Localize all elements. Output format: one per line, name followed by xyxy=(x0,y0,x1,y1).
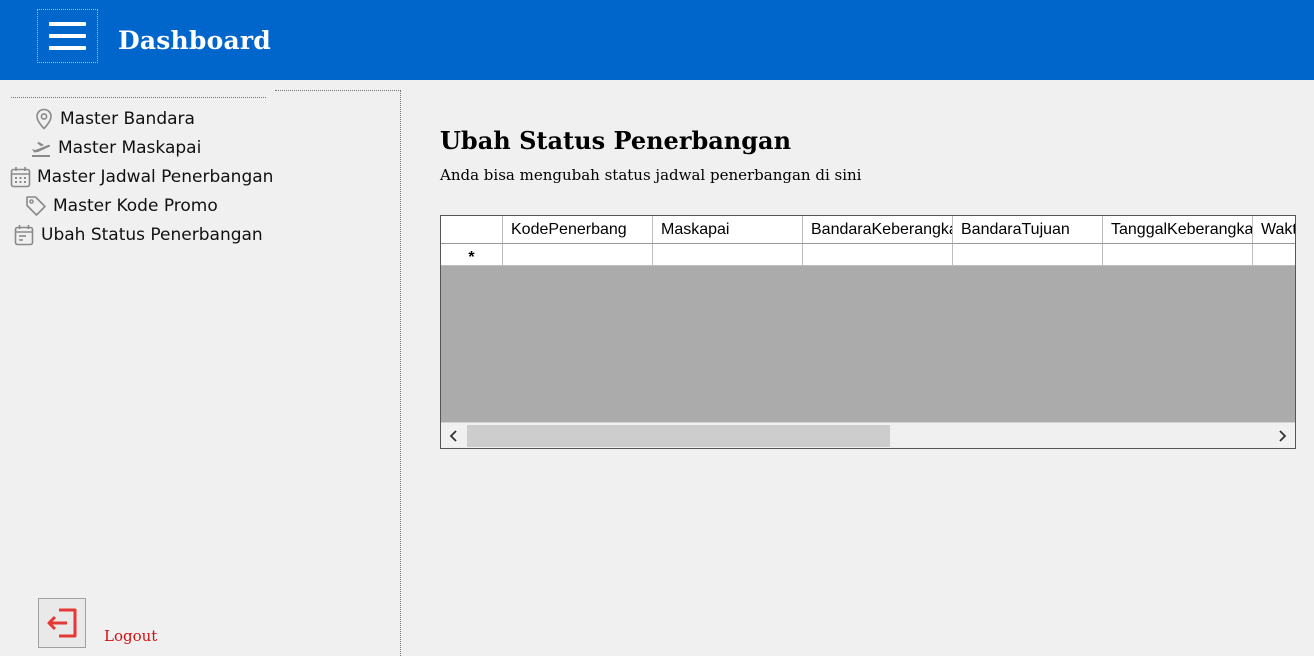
logout-button[interactable] xyxy=(38,598,86,648)
column-header-tanggalkeberangkatan[interactable]: TanggalKeberangkatan xyxy=(1103,216,1253,243)
column-header-kodepenerbang[interactable]: KodePenerbang xyxy=(503,216,653,243)
new-row-marker[interactable]: * xyxy=(441,244,503,265)
flight-status-grid[interactable]: KodePenerbang Maskapai BandaraKeberangka… xyxy=(440,215,1296,449)
chevron-left-icon xyxy=(449,430,457,442)
column-header-bandarakeberangkatan[interactable]: BandaraKeberangkatan xyxy=(803,216,953,243)
hamburger-menu-button[interactable] xyxy=(37,9,98,63)
logout-link[interactable]: Logout xyxy=(104,627,157,645)
grid-cell[interactable] xyxy=(1103,244,1253,265)
sidebar-item-label: Master Jadwal Penerbangan xyxy=(37,167,274,187)
column-header-maskapai[interactable]: Maskapai xyxy=(653,216,803,243)
sidebar-item-master-bandara[interactable]: Master Bandara xyxy=(34,108,195,130)
grid-cell[interactable] xyxy=(1253,244,1295,265)
airplane-takeoff-icon xyxy=(32,142,51,157)
grid-row-header-corner[interactable] xyxy=(441,216,503,243)
app-title: Dashboard xyxy=(118,26,271,55)
sidebar-item-ubah-status-penerbangan[interactable]: Ubah Status Penerbangan xyxy=(14,224,263,246)
tag-icon xyxy=(26,196,46,216)
calendar-event-icon xyxy=(14,225,34,246)
horizontal-scrollbar[interactable] xyxy=(441,422,1295,448)
sidebar-item-master-jadwal-penerbangan[interactable]: Master Jadwal Penerbangan xyxy=(10,166,273,188)
sidebar-item-master-maskapai[interactable]: Master Maskapai xyxy=(30,137,201,159)
scroll-right-button[interactable] xyxy=(1269,423,1295,448)
sidebar-item-label: Ubah Status Penerbangan xyxy=(41,225,263,245)
sidebar-item-label: Master Kode Promo xyxy=(53,196,218,216)
sidebar-item-label: Master Maskapai xyxy=(58,138,202,158)
grid-header-row: KodePenerbang Maskapai BandaraKeberangka… xyxy=(441,216,1295,244)
grid-cell[interactable] xyxy=(503,244,653,265)
scrollbar-thumb[interactable] xyxy=(467,425,890,447)
scroll-left-button[interactable] xyxy=(441,423,467,448)
sidebar-border-right xyxy=(400,90,401,656)
chevron-right-icon xyxy=(1279,430,1287,442)
grid-cell[interactable] xyxy=(953,244,1103,265)
page-title: Ubah Status Penerbangan xyxy=(440,126,792,155)
sidebar-divider xyxy=(11,97,266,98)
sidebar-item-master-kode-promo[interactable]: Master Kode Promo xyxy=(25,195,218,217)
hamburger-icon-bar xyxy=(49,34,86,38)
hamburger-icon xyxy=(49,22,86,26)
column-header-bandaratujuan[interactable]: BandaraTujuan xyxy=(953,216,1103,243)
calendar-icon xyxy=(10,167,31,188)
hamburger-icon-bar xyxy=(49,46,86,50)
map-pin-icon xyxy=(36,108,52,130)
grid-cell[interactable] xyxy=(653,244,803,265)
sidebar-border-top xyxy=(275,90,401,91)
grid-cell[interactable] xyxy=(803,244,953,265)
sidebar-item-label: Master Bandara xyxy=(60,109,195,129)
page-subtitle: Anda bisa mengubah status jadwal penerba… xyxy=(440,166,862,184)
app-header: Dashboard xyxy=(0,0,1314,80)
grid-new-row[interactable]: * xyxy=(441,244,1295,266)
logout-icon xyxy=(47,608,77,638)
column-header-waktu[interactable]: Waktu xyxy=(1253,216,1295,243)
